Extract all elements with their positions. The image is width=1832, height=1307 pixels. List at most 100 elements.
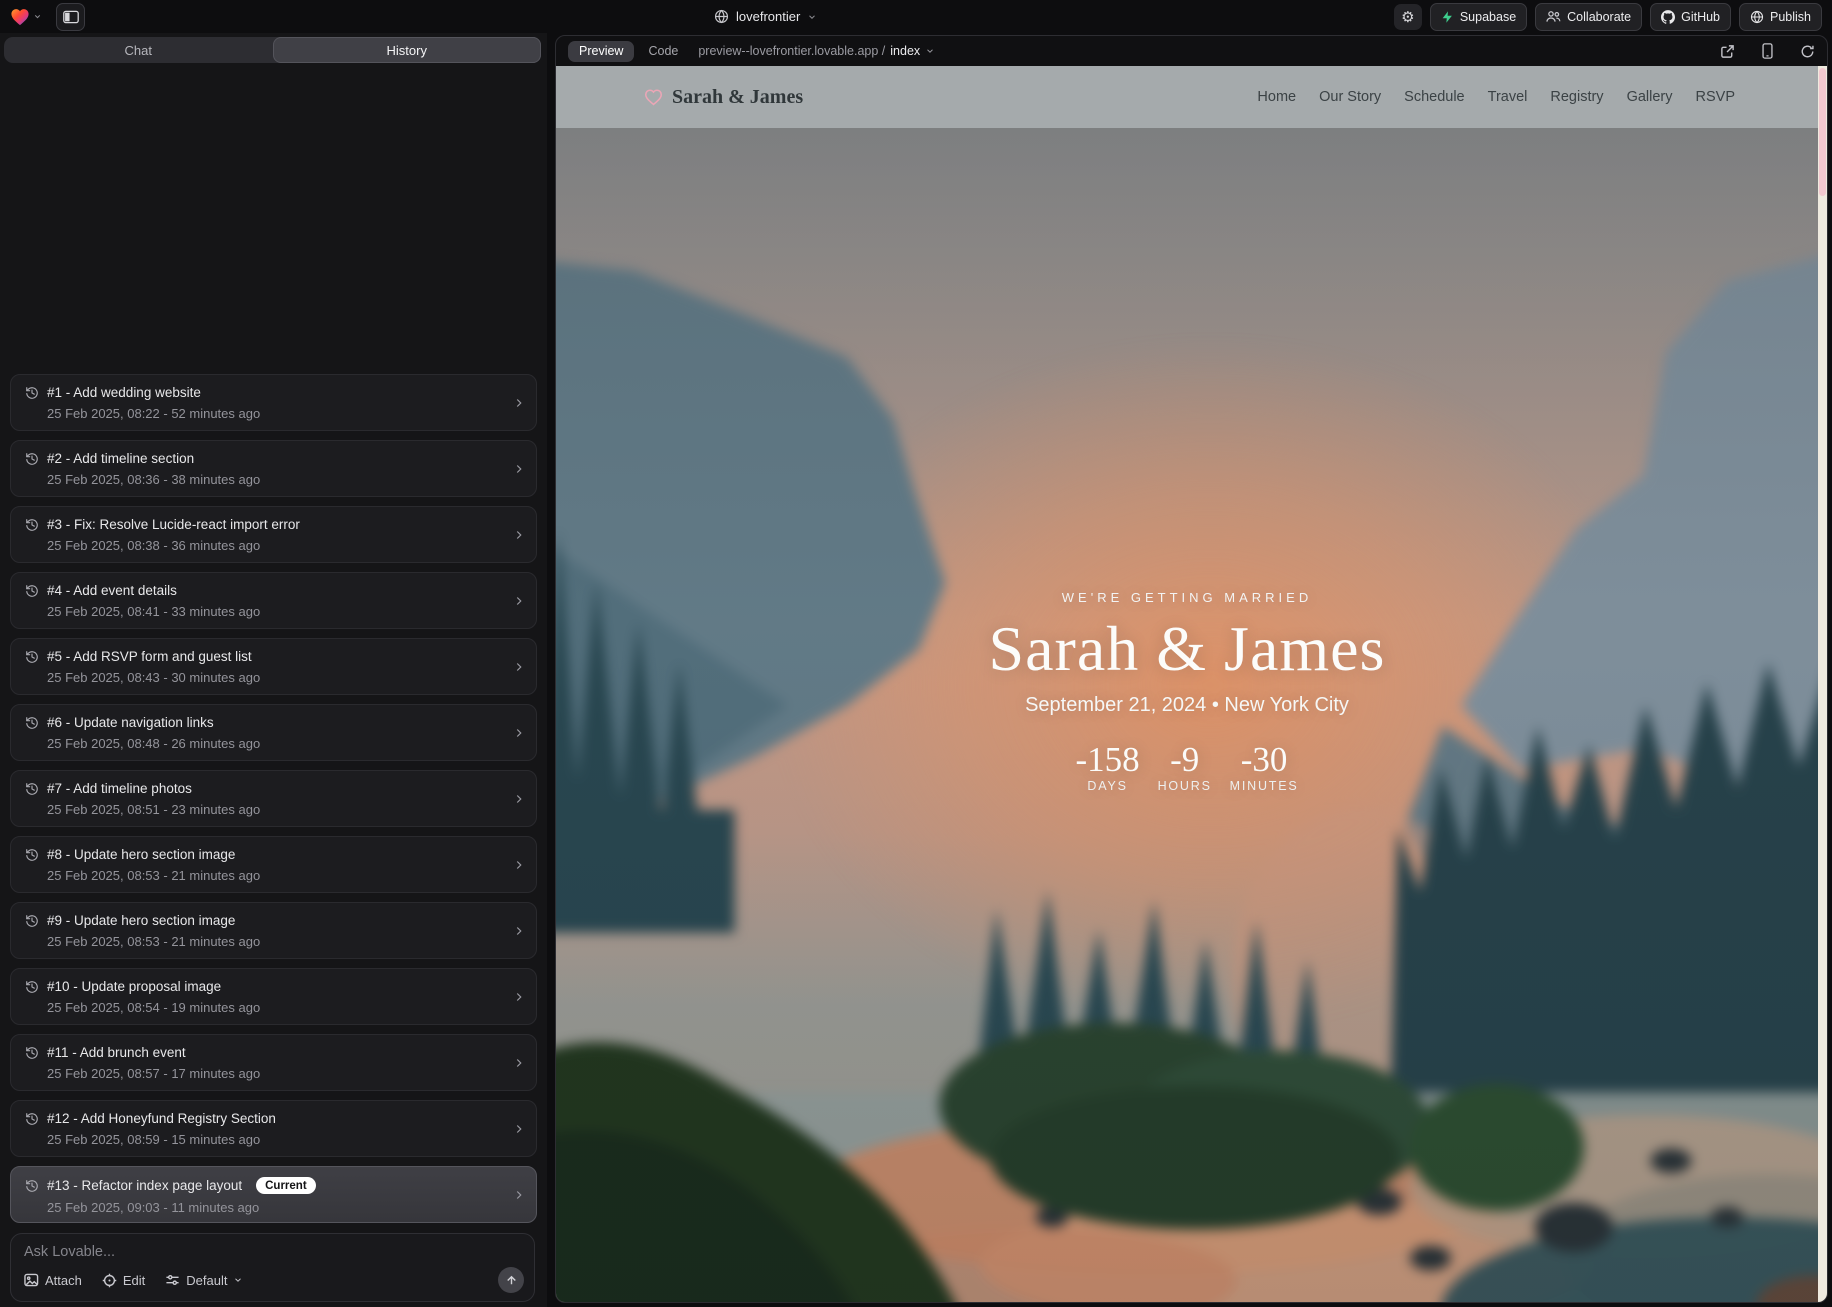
history-icon xyxy=(25,980,39,994)
history-icon xyxy=(25,848,39,862)
composer-input[interactable]: Ask Lovable... xyxy=(24,1244,115,1260)
countdown-column: -30 MINUTES xyxy=(1230,741,1299,793)
refresh-icon[interactable] xyxy=(1800,44,1815,59)
chevron-right-icon xyxy=(512,659,526,680)
history-item[interactable]: #6 - Update navigation links 25 Feb 2025… xyxy=(10,704,537,761)
site-scrollbar-thumb[interactable] xyxy=(1819,68,1826,196)
history-item[interactable]: #13 - Refactor index page layout Current… xyxy=(10,1166,537,1223)
chat-composer[interactable]: Ask Lovable... Attach Edit xyxy=(10,1233,535,1302)
history-item-meta: 25 Feb 2025, 08:57 - 17 minutes ago xyxy=(25,1066,506,1081)
history-item-title: #12 - Add Honeyfund Registry Section xyxy=(47,1111,276,1126)
history-icon xyxy=(25,782,39,796)
project-name: lovefrontier xyxy=(736,9,800,24)
attach-button[interactable]: Attach xyxy=(24,1273,82,1288)
site-nav-gallery[interactable]: Gallery xyxy=(1627,89,1673,105)
history-item-meta: 25 Feb 2025, 08:41 - 33 minutes ago xyxy=(25,604,506,619)
history-item[interactable]: #1 - Add wedding website 25 Feb 2025, 08… xyxy=(10,374,537,431)
tab-chat[interactable]: Chat xyxy=(4,37,273,63)
tab-preview[interactable]: Preview xyxy=(568,41,634,62)
history-item[interactable]: #11 - Add brunch event 25 Feb 2025, 08:5… xyxy=(10,1034,537,1091)
history-item[interactable]: #2 - Add timeline section 25 Feb 2025, 0… xyxy=(10,440,537,497)
site-nav-schedule[interactable]: Schedule xyxy=(1404,89,1464,105)
tab-code[interactable]: Code xyxy=(648,44,678,58)
lovable-logo-menu[interactable] xyxy=(10,8,42,26)
globe-icon xyxy=(714,9,729,24)
chevron-down-icon xyxy=(233,1275,243,1285)
supabase-bolt-icon xyxy=(1441,10,1454,24)
chevron-right-icon xyxy=(512,1187,526,1208)
hero-date-location: September 21, 2024 • New York City xyxy=(556,693,1818,717)
history-item[interactable]: #9 - Update hero section image 25 Feb 20… xyxy=(10,902,537,959)
history-item-meta: 25 Feb 2025, 08:54 - 19 minutes ago xyxy=(25,1000,506,1015)
history-item-meta: 25 Feb 2025, 08:59 - 15 minutes ago xyxy=(25,1132,506,1147)
github-button[interactable]: GitHub xyxy=(1650,3,1731,31)
heart-icon xyxy=(644,89,663,106)
countdown-column: -158 DAYS xyxy=(1075,741,1139,793)
chevron-right-icon xyxy=(512,857,526,878)
collaborate-button[interactable]: Collaborate xyxy=(1535,3,1642,31)
chevron-right-icon xyxy=(512,593,526,614)
settings-button[interactable]: ⚙ xyxy=(1394,4,1422,30)
history-icon xyxy=(25,650,39,664)
chevron-right-icon xyxy=(512,725,526,746)
top-bar: lovefrontier ⚙ Supabase Collaborate xyxy=(0,0,1832,33)
site-preview: Sarah & James Home Our Story Schedule Trave… xyxy=(556,66,1827,1302)
hero-section: WE'RE GETTING MARRIED Sarah & James Sept… xyxy=(556,582,1818,793)
target-icon xyxy=(102,1273,117,1288)
send-button[interactable] xyxy=(498,1267,524,1293)
site-nav-our-story[interactable]: Our Story xyxy=(1319,89,1381,105)
site-nav-rsvp[interactable]: RSVP xyxy=(1696,89,1736,105)
site-nav: Home Our Story Schedule Travel Registry Galle… xyxy=(1257,89,1735,105)
history-item-meta: 25 Feb 2025, 08:38 - 36 minutes ago xyxy=(25,538,506,553)
open-external-icon[interactable] xyxy=(1720,44,1735,59)
mode-select[interactable]: Default xyxy=(165,1273,243,1288)
preview-url-page: index xyxy=(890,44,920,58)
history-item[interactable]: #7 - Add timeline photos 25 Feb 2025, 08… xyxy=(10,770,537,827)
history-item-meta: 25 Feb 2025, 08:51 - 23 minutes ago xyxy=(25,802,506,817)
history-item[interactable]: #5 - Add RSVP form and guest list 25 Feb… xyxy=(10,638,537,695)
gear-icon: ⚙ xyxy=(1401,8,1414,26)
supabase-button[interactable]: Supabase xyxy=(1430,3,1527,31)
edit-button[interactable]: Edit xyxy=(102,1273,145,1288)
countdown-value: -158 xyxy=(1075,741,1139,779)
history-item-title: #3 - Fix: Resolve Lucide-react import er… xyxy=(47,517,300,532)
sidebar-toggle-button[interactable] xyxy=(56,3,85,31)
site-nav-travel[interactable]: Travel xyxy=(1488,89,1528,105)
site-scrollbar[interactable] xyxy=(1818,66,1827,1302)
arrow-up-icon xyxy=(505,1274,518,1287)
site-nav-registry[interactable]: Registry xyxy=(1550,89,1603,105)
site-logo-text: Sarah & James xyxy=(672,86,803,109)
site-logo[interactable]: Sarah & James xyxy=(644,86,803,109)
lovable-heart-icon xyxy=(10,8,30,26)
project-selector[interactable]: lovefrontier xyxy=(714,0,817,33)
history-item-title: #4 - Add event details xyxy=(47,583,177,598)
history-item-meta: 25 Feb 2025, 08:53 - 21 minutes ago xyxy=(25,934,506,949)
history-item[interactable]: #4 - Add event details 25 Feb 2025, 08:4… xyxy=(10,572,537,629)
users-icon xyxy=(1546,10,1561,23)
chevron-right-icon xyxy=(512,527,526,548)
site-nav-home[interactable]: Home xyxy=(1257,89,1296,105)
history-item[interactable]: #3 - Fix: Resolve Lucide-react import er… xyxy=(10,506,537,563)
image-icon xyxy=(24,1273,39,1287)
mobile-view-icon[interactable] xyxy=(1761,43,1774,59)
history-icon xyxy=(25,1112,39,1126)
app-window: lovefrontier ⚙ Supabase Collaborate xyxy=(0,0,1832,1307)
history-item-meta: 25 Feb 2025, 08:48 - 26 minutes ago xyxy=(25,736,506,751)
history-item[interactable]: #10 - Update proposal image 25 Feb 2025,… xyxy=(10,968,537,1025)
history-item[interactable]: #8 - Update hero section image 25 Feb 20… xyxy=(10,836,537,893)
preview-url[interactable]: preview--lovefrontier.lovable.app / inde… xyxy=(698,44,935,58)
countdown-column: -9 HOURS xyxy=(1156,741,1214,793)
publish-button[interactable]: Publish xyxy=(1739,3,1822,31)
preview-panel: Preview Code preview--lovefrontier.lovab… xyxy=(555,35,1828,1303)
history-icon xyxy=(25,716,39,730)
countdown-label: DAYS xyxy=(1075,779,1139,793)
history-icon xyxy=(25,914,39,928)
countdown-value: -9 xyxy=(1156,741,1214,779)
history-item-title: #7 - Add timeline photos xyxy=(47,781,192,796)
tab-history[interactable]: History xyxy=(273,37,542,63)
history-item-title: #13 - Refactor index page layout xyxy=(47,1178,242,1193)
site-header: Sarah & James Home Our Story Schedule Trave… xyxy=(556,66,1827,128)
history-item[interactable]: #12 - Add Honeyfund Registry Section 25 … xyxy=(10,1100,537,1157)
history-item-title: #11 - Add brunch event xyxy=(47,1045,186,1060)
github-icon xyxy=(1661,10,1675,24)
